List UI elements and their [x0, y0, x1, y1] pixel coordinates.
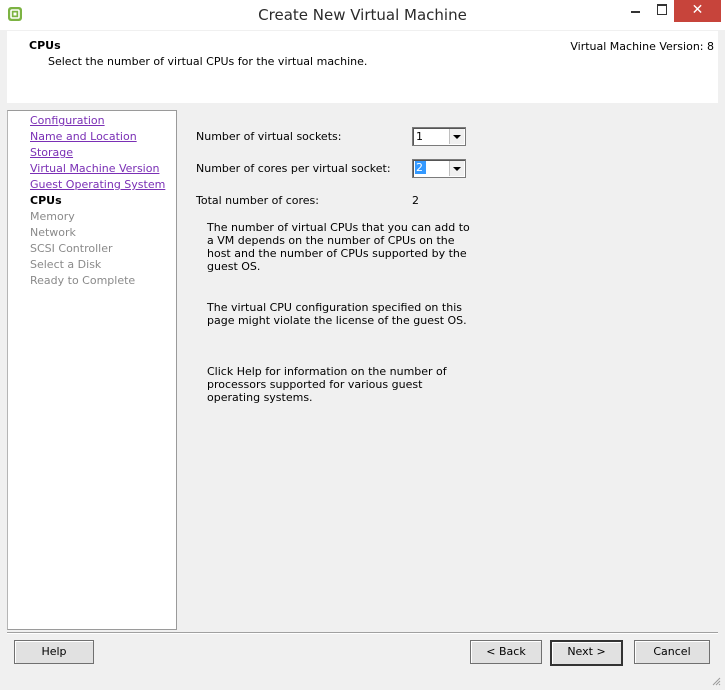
sidebar-item-storage[interactable]: Storage	[30, 146, 73, 159]
sidebar-item-configuration[interactable]: Configuration	[30, 114, 105, 127]
sidebar-item-scsi-controller: SCSI Controller	[30, 242, 113, 255]
sidebar-item-name-and-location[interactable]: Name and Location	[30, 130, 137, 143]
sidebar-item-guest-os[interactable]: Guest Operating System	[30, 178, 165, 191]
resize-grip-icon[interactable]	[711, 676, 721, 686]
close-icon: ✕	[691, 2, 704, 18]
cores-per-socket-select[interactable]: 2	[412, 159, 466, 178]
minimize-button[interactable]	[622, 0, 649, 22]
maximize-button[interactable]	[648, 0, 675, 22]
close-button[interactable]: ✕	[674, 0, 721, 22]
sockets-label: Number of virtual sockets:	[196, 130, 342, 143]
sidebar-item-select-disk: Select a Disk	[30, 258, 102, 271]
sidebar-item-cpus: CPUs	[30, 194, 62, 207]
page-title: CPUs	[29, 39, 61, 52]
total-cores-value: 2	[412, 194, 419, 207]
cores-value: 2	[415, 161, 426, 174]
sidebar-item-vm-version[interactable]: Virtual Machine Version	[30, 162, 159, 175]
total-cores-label: Total number of cores:	[196, 194, 319, 207]
maximize-icon	[657, 4, 667, 15]
minimize-icon	[631, 11, 640, 13]
wizard-header: CPUs Select the number of virtual CPUs f…	[7, 31, 718, 103]
sockets-value: 1	[416, 130, 423, 143]
next-button[interactable]: Next >	[550, 640, 623, 666]
title-bar: Create New Virtual Machine ✕	[0, 0, 725, 30]
cpu-settings-panel: Number of virtual sockets: 1 Number of c…	[177, 110, 718, 628]
cancel-button[interactable]: Cancel	[634, 640, 710, 664]
vm-version-label: Virtual Machine Version: 8	[570, 40, 714, 53]
footer-divider	[7, 632, 718, 634]
cpu-info-text: The number of virtual CPUs that you can …	[207, 221, 470, 273]
window-title: Create New Virtual Machine	[258, 6, 467, 24]
back-button[interactable]: < Back	[470, 640, 542, 664]
sockets-select[interactable]: 1	[412, 127, 466, 146]
cores-label: Number of cores per virtual socket:	[196, 162, 391, 175]
license-warning-text: The virtual CPU configuration specified …	[207, 301, 467, 327]
wizard-steps-sidebar: Configuration Name and Location Storage …	[7, 110, 177, 630]
chevron-down-icon[interactable]	[449, 161, 464, 176]
sidebar-item-network: Network	[30, 226, 76, 239]
sidebar-item-memory: Memory	[30, 210, 75, 223]
help-button[interactable]: Help	[14, 640, 94, 664]
sidebar-item-ready-to-complete: Ready to Complete	[30, 274, 136, 287]
chevron-down-icon[interactable]	[449, 129, 464, 144]
help-info-text: Click Help for information on the number…	[207, 365, 447, 404]
page-subtitle: Select the number of virtual CPUs for th…	[48, 55, 368, 68]
